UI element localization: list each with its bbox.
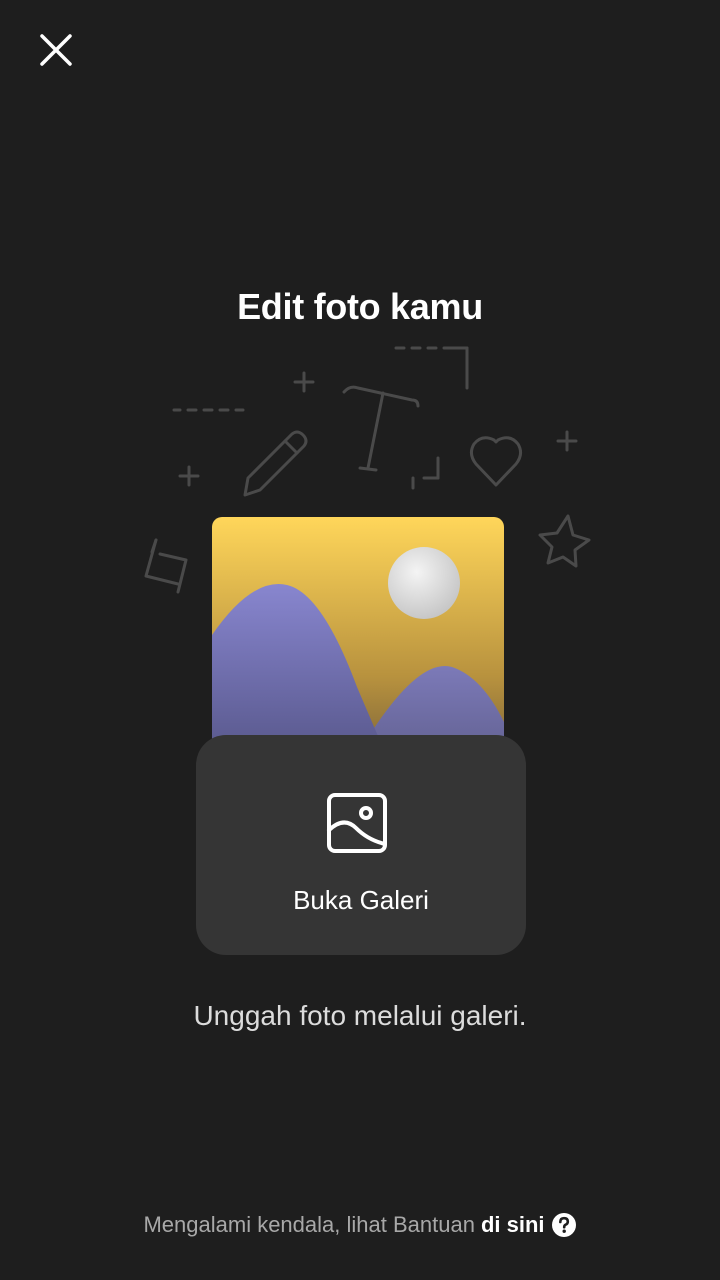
open-gallery-button[interactable]: Buka Galeri bbox=[196, 735, 526, 955]
image-icon bbox=[327, 793, 387, 853]
star-icon bbox=[538, 514, 591, 568]
plus-icon bbox=[178, 465, 200, 487]
plus-icon bbox=[293, 371, 315, 393]
crop-icon bbox=[144, 538, 188, 594]
upload-hint: Unggah foto melalui galeri. bbox=[193, 1000, 527, 1031]
plus-icon bbox=[556, 430, 578, 452]
text-icon bbox=[342, 385, 420, 472]
help-text: Mengalami kendala, lihat Bantuan bbox=[143, 1212, 475, 1237]
close-button[interactable] bbox=[28, 22, 84, 78]
question-circle-icon[interactable] bbox=[551, 1212, 577, 1238]
pencil-icon bbox=[243, 430, 308, 497]
sun-shape bbox=[388, 547, 460, 619]
open-gallery-label: Buka Galeri bbox=[293, 885, 429, 915]
corner-frame-icon bbox=[411, 456, 440, 490]
heart-icon bbox=[469, 436, 523, 487]
close-icon bbox=[40, 34, 72, 66]
help-footer: Mengalami kendala, lihat Bantuan di sini bbox=[0, 1212, 720, 1238]
help-link[interactable]: di sini bbox=[481, 1212, 545, 1238]
corner-frame-icon bbox=[394, 346, 469, 390]
page-title: Edit foto kamu bbox=[237, 286, 483, 327]
